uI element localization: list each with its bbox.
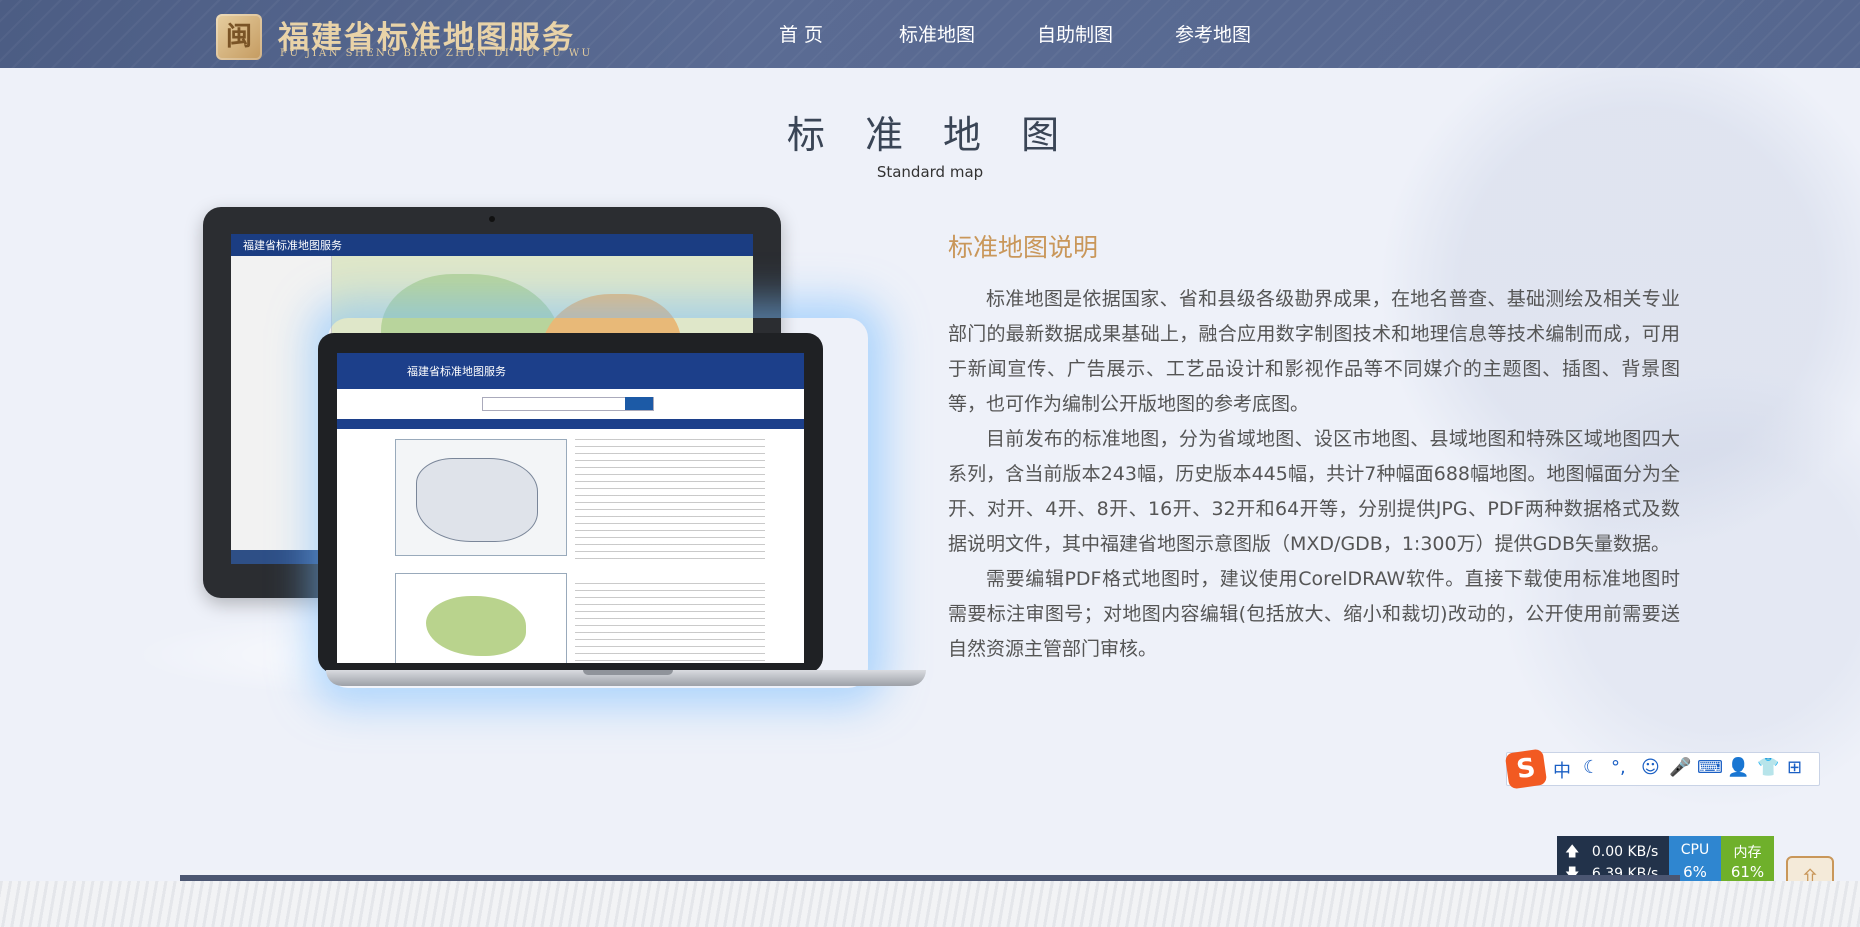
punctuation-icon[interactable]: °, (1611, 757, 1626, 778)
nav-self-mapping[interactable]: 自助制图 (1037, 20, 1113, 47)
page-title: 标 准 地 图 (786, 113, 1074, 157)
laptop-map-thumbnail (395, 439, 567, 556)
description-paragraph: 目前发布的标准地图，分为省域地图、设区市地图、县域地图和特殊区域地图四大系列，含… (948, 428, 1680, 555)
laptop-screen: 福建省标准地图服务 (337, 353, 804, 663)
microphone-icon[interactable]: 🎤 (1669, 757, 1691, 778)
nav-home[interactable]: 首 页 (779, 20, 823, 47)
sogou-logo-icon[interactable]: S (1504, 748, 1548, 790)
laptop-screen-header: 福建省标准地图服务 (337, 353, 804, 389)
chinese-mode-icon[interactable]: 中 (1553, 757, 1571, 783)
laptop-screen-title: 福建省标准地图服务 (407, 365, 506, 378)
upload-arrow-icon: 🡅 (1565, 844, 1580, 860)
device-showcase-image: 福建省标准地图服务 福建省标准地图服务 (128, 200, 928, 700)
laptop-text-block (575, 583, 765, 663)
description-paragraph: 需要编辑PDF格式地图时，建议使用CorelDRAW软件。直接下载使用标准地图时… (948, 568, 1680, 660)
nav-reference-map[interactable]: 参考地图 (1175, 20, 1251, 47)
description-section: 标准地图说明 标准地图是依据国家、省和县级各级勘界成果，在地名普查、基础测绘及相… (948, 228, 1680, 667)
site-logo[interactable]: 闽 福建省标准地图服务 FU JIAN SHENG BIAO ZHUN DI T… (216, 12, 616, 62)
cpu-label: CPU (1680, 842, 1710, 858)
laptop-search-button (625, 397, 653, 410)
upload-speed: 0.00 KB/s (1591, 844, 1659, 860)
memory-label: 内存 (1733, 845, 1762, 861)
laptop-nav-bar (337, 419, 804, 429)
monitor-side-panel (231, 256, 332, 564)
nav-standard-map[interactable]: 标准地图 (899, 20, 975, 47)
moon-icon[interactable]: ☾ (1583, 757, 1599, 778)
monitor-screen-header: 福建省标准地图服务 (231, 234, 753, 256)
keyboard-icon[interactable]: ⌨ (1697, 757, 1723, 778)
laptop-notch (583, 670, 673, 675)
laptop-map-thumbnail (395, 573, 567, 663)
upload-row: 🡅 0.00 KB/s (1565, 841, 1658, 865)
description-title: 标准地图说明 (948, 233, 1099, 262)
laptop: 福建省标准地图服务 (318, 333, 823, 673)
monitor-screen-title: 福建省标准地图服务 (243, 239, 342, 252)
ime-toolbar[interactable]: S 中 ☾ °, ☺ 🎤 ⌨ 👤 👕 ⊞ (1504, 748, 1820, 790)
grid-icon[interactable]: ⊞ (1787, 757, 1802, 778)
top-navigation-bar: 闽 福建省标准地图服务 FU JIAN SHENG BIAO ZHUN DI T… (0, 0, 1860, 68)
logo-subtitle: FU JIAN SHENG BIAO ZHUN DI TU FU WU (280, 48, 593, 59)
emoji-icon[interactable]: ☺ (1641, 757, 1660, 778)
memory-usage: 内存 61% (1721, 836, 1774, 886)
user-icon[interactable]: 👤 (1727, 757, 1749, 778)
monitor-camera (489, 216, 495, 222)
logo-mark-text: 闽 (225, 22, 252, 52)
page-subtitle: Standard map (876, 163, 984, 181)
laptop-text-block (575, 439, 765, 559)
memory-value: 61% (1730, 863, 1765, 881)
footer-texture (0, 881, 1860, 927)
skin-icon[interactable]: 👕 (1757, 757, 1779, 778)
logo-emblem-icon: 闽 (216, 14, 262, 60)
description-paragraph: 标准地图是依据国家、省和县级各级勘界成果，在地名普查、基础测绘及相关专业部门的最… (948, 288, 1680, 415)
